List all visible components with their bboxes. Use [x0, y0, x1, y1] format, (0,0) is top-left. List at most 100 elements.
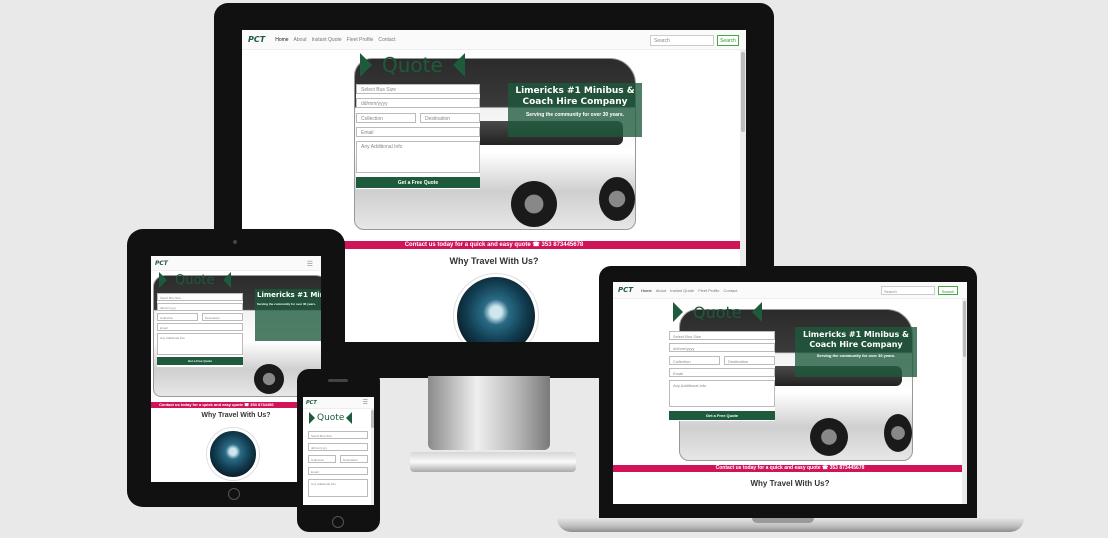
quote-title: Quote: [175, 272, 215, 288]
quote-heading: Quote: [309, 411, 353, 425]
arrow-left-icon: [346, 412, 353, 424]
additional-info-field[interactable]: Any Additional Info: [356, 141, 480, 173]
search-button[interactable]: Search: [717, 35, 739, 46]
quote-form: Select Bus Size dd/mm/yyyy Collection De…: [157, 293, 243, 367]
monitor-base: [410, 452, 576, 472]
get-quote-button[interactable]: Get a Free Quote: [157, 357, 243, 365]
quote-title: Quote: [693, 302, 742, 322]
date-field[interactable]: dd/mm/yyyy: [356, 98, 480, 108]
nav-about[interactable]: About: [656, 288, 666, 293]
bus-size-select[interactable]: Select Bus Size: [157, 293, 243, 301]
banner-subtitle: Serving the community for over 30 years.: [816, 353, 896, 358]
laptop-screen: PCT Home About Instant Quote Fleet Profi…: [613, 282, 967, 504]
hero-section: Limericks #1 Minibus & Coach Hire Compan…: [613, 299, 967, 465]
get-quote-button[interactable]: Get a Free Quote: [669, 411, 775, 420]
scroll-thumb[interactable]: [963, 301, 966, 357]
destination-field[interactable]: Destination: [420, 113, 480, 123]
collection-field[interactable]: Collection: [308, 455, 336, 463]
date-field[interactable]: dd/mm/yyyy: [308, 443, 368, 451]
destination-field[interactable]: Destination: [340, 455, 368, 463]
why-heading: Why Travel With Us?: [201, 412, 271, 419]
contact-strip: Contact us today for a quick and easy qu…: [151, 402, 321, 408]
tablet-screen: PCT ☰ Limericks #1 Minibus & Coach Hire …: [151, 256, 321, 482]
get-quote-button[interactable]: Get a Free Quote: [356, 177, 480, 188]
nav-instant-quote[interactable]: Instant Quote: [670, 288, 694, 293]
tablet-home-button: [228, 488, 240, 500]
laptop-scrollbar[interactable]: [962, 299, 967, 504]
nav-contact[interactable]: Contact: [378, 37, 395, 43]
quote-heading: Quote: [159, 271, 231, 289]
nav-home[interactable]: Home: [641, 288, 652, 293]
hero-section: Limericks #1 Minibus & Coach Hire Compan…: [242, 50, 746, 241]
quote-title: Quote: [317, 413, 345, 423]
arrow-left-icon: [452, 53, 465, 77]
hero-banner: Limericks #1 Minibus & Coach Hire Compan…: [508, 83, 642, 137]
bus-size-select[interactable]: Select Bus Size: [308, 431, 368, 439]
nav-about[interactable]: About: [294, 37, 307, 43]
email-field[interactable]: Email: [356, 127, 480, 137]
email-field[interactable]: Email: [308, 467, 368, 475]
scroll-thumb[interactable]: [741, 52, 745, 132]
arrow-right-icon: [673, 302, 683, 322]
tablet-camera: [233, 240, 237, 244]
search-button[interactable]: Search: [938, 286, 958, 295]
nav-fleet-profile[interactable]: Fleet Profile: [347, 37, 374, 43]
hero-banner: Limericks #1 Minibus & Coach Hire Compan…: [255, 289, 321, 341]
coach-interior-image: [207, 428, 259, 480]
arrow-left-icon: [222, 272, 231, 288]
monitor-stand: [428, 376, 550, 450]
bus-size-select[interactable]: Select Bus Size: [356, 84, 480, 94]
destination-field[interactable]: Destination: [724, 356, 775, 365]
quote-form: Select Bus Size dd/mm/yyyy Collection De…: [669, 331, 775, 421]
why-heading: Why Travel With Us?: [750, 479, 830, 488]
navbar: PCT Home About Instant Quote Fleet Profi…: [613, 282, 967, 299]
collection-field[interactable]: Collection: [356, 113, 416, 123]
navbar: PCT ☰: [303, 397, 374, 409]
bus-size-select[interactable]: Select Bus Size: [669, 331, 775, 340]
logo[interactable]: PCT: [248, 35, 265, 44]
destination-field[interactable]: Destination: [202, 313, 243, 321]
additional-info-field[interactable]: Any Additional Info: [308, 479, 368, 497]
banner-title: Limericks #1 Minibus & Coach Hire Compan…: [802, 330, 910, 349]
phone-speaker: [328, 379, 348, 382]
email-field[interactable]: Email: [669, 368, 775, 377]
banner-subtitle: Serving the community for over 30 years.: [525, 112, 625, 118]
nav-home[interactable]: Home: [275, 37, 288, 43]
scroll-thumb[interactable]: [371, 410, 374, 428]
quote-heading: Quote: [673, 301, 762, 323]
phone-home-button: [332, 516, 344, 528]
coach-interior-image: [454, 274, 538, 342]
logo[interactable]: PCT: [306, 400, 317, 406]
nav-links: Home About Instant Quote Fleet Profile C…: [275, 37, 395, 43]
arrow-right-icon: [309, 412, 315, 424]
collection-field[interactable]: Collection: [157, 313, 198, 321]
date-field[interactable]: dd/mm/yyyy: [669, 343, 775, 352]
hamburger-menu-icon[interactable]: ☰: [307, 260, 313, 268]
logo[interactable]: PCT: [155, 260, 168, 267]
additional-info-field[interactable]: Any Additional Info: [157, 333, 243, 355]
phone-screen: PCT ☰ Quote Select Bus Size dd/mm/yyyy C…: [303, 397, 374, 505]
hamburger-menu-icon[interactable]: ☰: [363, 399, 368, 406]
hero-banner: Limericks #1 Minibus & Coach Hire Compan…: [795, 327, 917, 377]
banner-title: Limericks #1 Minibus & Coach Hire Compan…: [515, 86, 635, 107]
nav-fleet-profile[interactable]: Fleet Profile: [698, 288, 719, 293]
arrow-right-icon: [360, 53, 372, 77]
phone-scrollbar[interactable]: [371, 409, 374, 505]
logo[interactable]: PCT: [618, 286, 633, 294]
search-input[interactable]: Search: [881, 286, 935, 295]
additional-info-field[interactable]: Any Additional Info: [669, 380, 775, 407]
laptop-notch: [752, 518, 814, 523]
search-input[interactable]: Search: [650, 35, 714, 46]
date-field[interactable]: dd/mm/yyyy: [157, 303, 243, 311]
navbar: PCT Home About Instant Quote Fleet Profi…: [242, 30, 746, 50]
banner-subtitle: Serving the community for over 30 years.: [257, 302, 316, 306]
banner-title: Limericks #1 Minibus & Coach Hire Compan…: [257, 291, 321, 299]
nav-links: Home About Instant Quote Fleet Profile C…: [641, 288, 737, 293]
email-field[interactable]: Email: [157, 323, 243, 331]
nav-instant-quote[interactable]: Instant Quote: [312, 37, 342, 43]
nav-contact[interactable]: Contact: [724, 288, 738, 293]
arrow-left-icon: [751, 302, 762, 322]
arrow-right-icon: [159, 272, 167, 288]
collection-field[interactable]: Collection: [669, 356, 720, 365]
hero-section: Limericks #1 Minibus & Coach Hire Compan…: [151, 271, 321, 402]
